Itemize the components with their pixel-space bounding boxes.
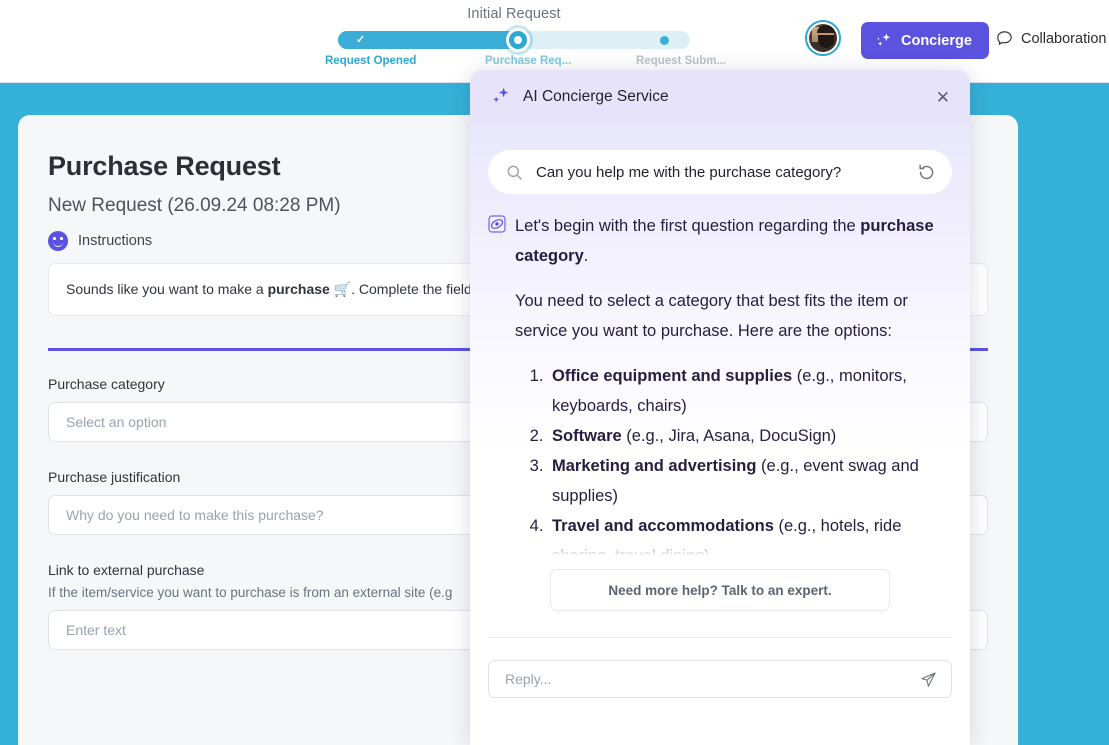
talk-to-expert-button[interactable]: Need more help? Talk to an expert. [550, 569, 890, 611]
progress-handle[interactable] [506, 28, 530, 52]
reset-history-icon[interactable] [917, 163, 936, 182]
concierge-button-label: Concierge [901, 33, 972, 49]
purchase-category-options: Office equipment and supplies (e.g., mon… [488, 361, 948, 569]
list-item: Travel and accommodations (e.g., hotels,… [548, 511, 948, 569]
instructions-text: Sounds like you want to make a purchase … [66, 281, 509, 298]
step-label-purchase-req[interactable]: Purchase Req... [485, 55, 571, 67]
concierge-answer: Let's begin with the first question rega… [470, 211, 970, 569]
app-root: Purchase Request New Request (26.09.24 0… [0, 0, 1109, 745]
smiley-icon [48, 231, 68, 251]
step-label-request-opened[interactable]: Request Opened [325, 55, 416, 67]
avatar-photo [809, 24, 837, 52]
send-paper-plane-icon[interactable] [912, 671, 937, 688]
expert-button-wrap: Need more help? Talk to an expert. [470, 569, 970, 611]
list-item: Office equipment and supplies (e.g., mon… [548, 361, 948, 421]
concierge-answer-scroll[interactable]: Let's begin with the first question rega… [470, 211, 970, 569]
answer-paragraph-1: Let's begin with the first question rega… [515, 211, 948, 271]
ai-logo-icon [488, 215, 506, 233]
stepper-title: Initial Request [338, 4, 690, 24]
instructions-label: Instructions [78, 233, 152, 249]
progress-stepper: Initial Request ✓ Request Opened Purchas… [338, 4, 690, 75]
step-completed-check-icon: ✓ [356, 31, 365, 49]
list-item: Marketing and advertising (e.g., event s… [548, 451, 948, 511]
chat-bubble-icon [996, 30, 1013, 47]
concierge-button[interactable]: Concierge [861, 22, 989, 59]
concierge-panel-header: AI Concierge Service ✕ [470, 70, 970, 124]
reply-bar[interactable] [488, 660, 952, 698]
close-icon[interactable]: ✕ [934, 85, 952, 110]
answer-paragraph-2: You need to select a category that best … [488, 286, 948, 346]
step-upcoming-dot [660, 36, 669, 45]
list-item: Software (e.g., Jira, Asana, DocuSign) [548, 421, 948, 451]
search-icon [506, 164, 523, 181]
concierge-panel-title: AI Concierge Service [523, 88, 934, 106]
step-label-request-subm[interactable]: Request Subm... [636, 55, 726, 67]
avatar-hair [817, 25, 835, 33]
collaboration-label: Collaboration [1021, 31, 1106, 47]
sparkle-icon [875, 32, 893, 50]
concierge-search-value[interactable]: Can you help me with the purchase catego… [536, 164, 904, 181]
avatar[interactable] [805, 20, 841, 56]
ai-concierge-panel: AI Concierge Service ✕ Can you help me w… [470, 70, 970, 745]
panel-divider [488, 637, 952, 638]
sparkle-icon [490, 86, 512, 108]
progress-track[interactable]: ✓ [338, 31, 690, 49]
reply-input[interactable] [505, 671, 912, 687]
handle-inner-dot [514, 36, 522, 44]
answer-first-line: Let's begin with the first question rega… [488, 211, 948, 271]
collaboration-link[interactable]: Collaboration [996, 30, 1106, 47]
concierge-search-bar[interactable]: Can you help me with the purchase catego… [488, 150, 952, 194]
